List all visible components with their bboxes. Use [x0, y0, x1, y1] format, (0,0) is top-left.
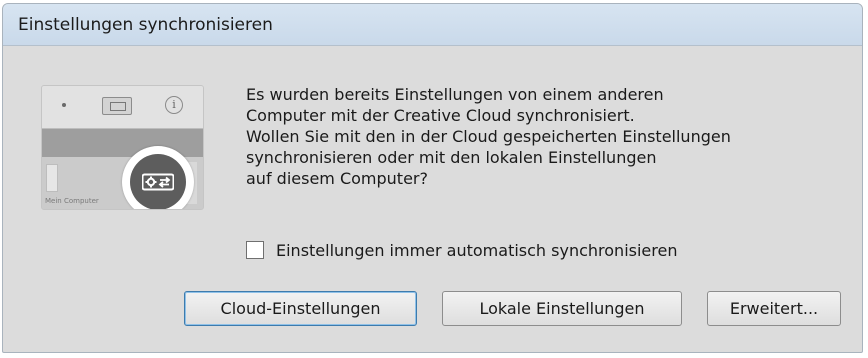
message-line: Wollen Sie mit den in der Cloud gespeich… [246, 127, 731, 146]
message-line: Es wurden bereits Einstellungen von eine… [246, 85, 664, 104]
auto-sync-label[interactable]: Einstellungen immer automatisch synchron… [276, 240, 677, 261]
illustration-sync-button-icon [102, 97, 132, 115]
title-bar[interactable]: Einstellungen synchronisieren [3, 4, 862, 46]
illustration-caption: Mein Computer [45, 197, 99, 205]
dialog-content: i Mein Computer Es wurden bereits Einste… [4, 46, 861, 351]
message-line: synchronisieren oder mit den lokalen Ein… [246, 148, 657, 167]
sync-illustration: i Mein Computer [41, 85, 204, 210]
dialog-title: Einstellungen synchronisieren [18, 15, 273, 35]
cloud-settings-button[interactable]: Cloud-Einstellungen [184, 291, 417, 326]
illustration-field [46, 164, 58, 192]
message-line: Computer mit der Creative Cloud synchron… [246, 106, 635, 125]
advanced-button[interactable]: Erweitert... [707, 291, 841, 326]
message-line: auf diesem Computer? [246, 169, 428, 188]
sync-settings-icon [122, 146, 194, 209]
dialog-message: Es wurden bereits Einstellungen von eine… [246, 84, 836, 189]
illustration-dot [62, 103, 66, 107]
local-settings-button[interactable]: Lokale Einstellungen [442, 291, 682, 326]
auto-sync-checkbox[interactable] [246, 241, 264, 259]
info-icon: i [165, 96, 183, 114]
sync-settings-dialog: Einstellungen synchronisieren i Mein Com… [2, 3, 863, 353]
